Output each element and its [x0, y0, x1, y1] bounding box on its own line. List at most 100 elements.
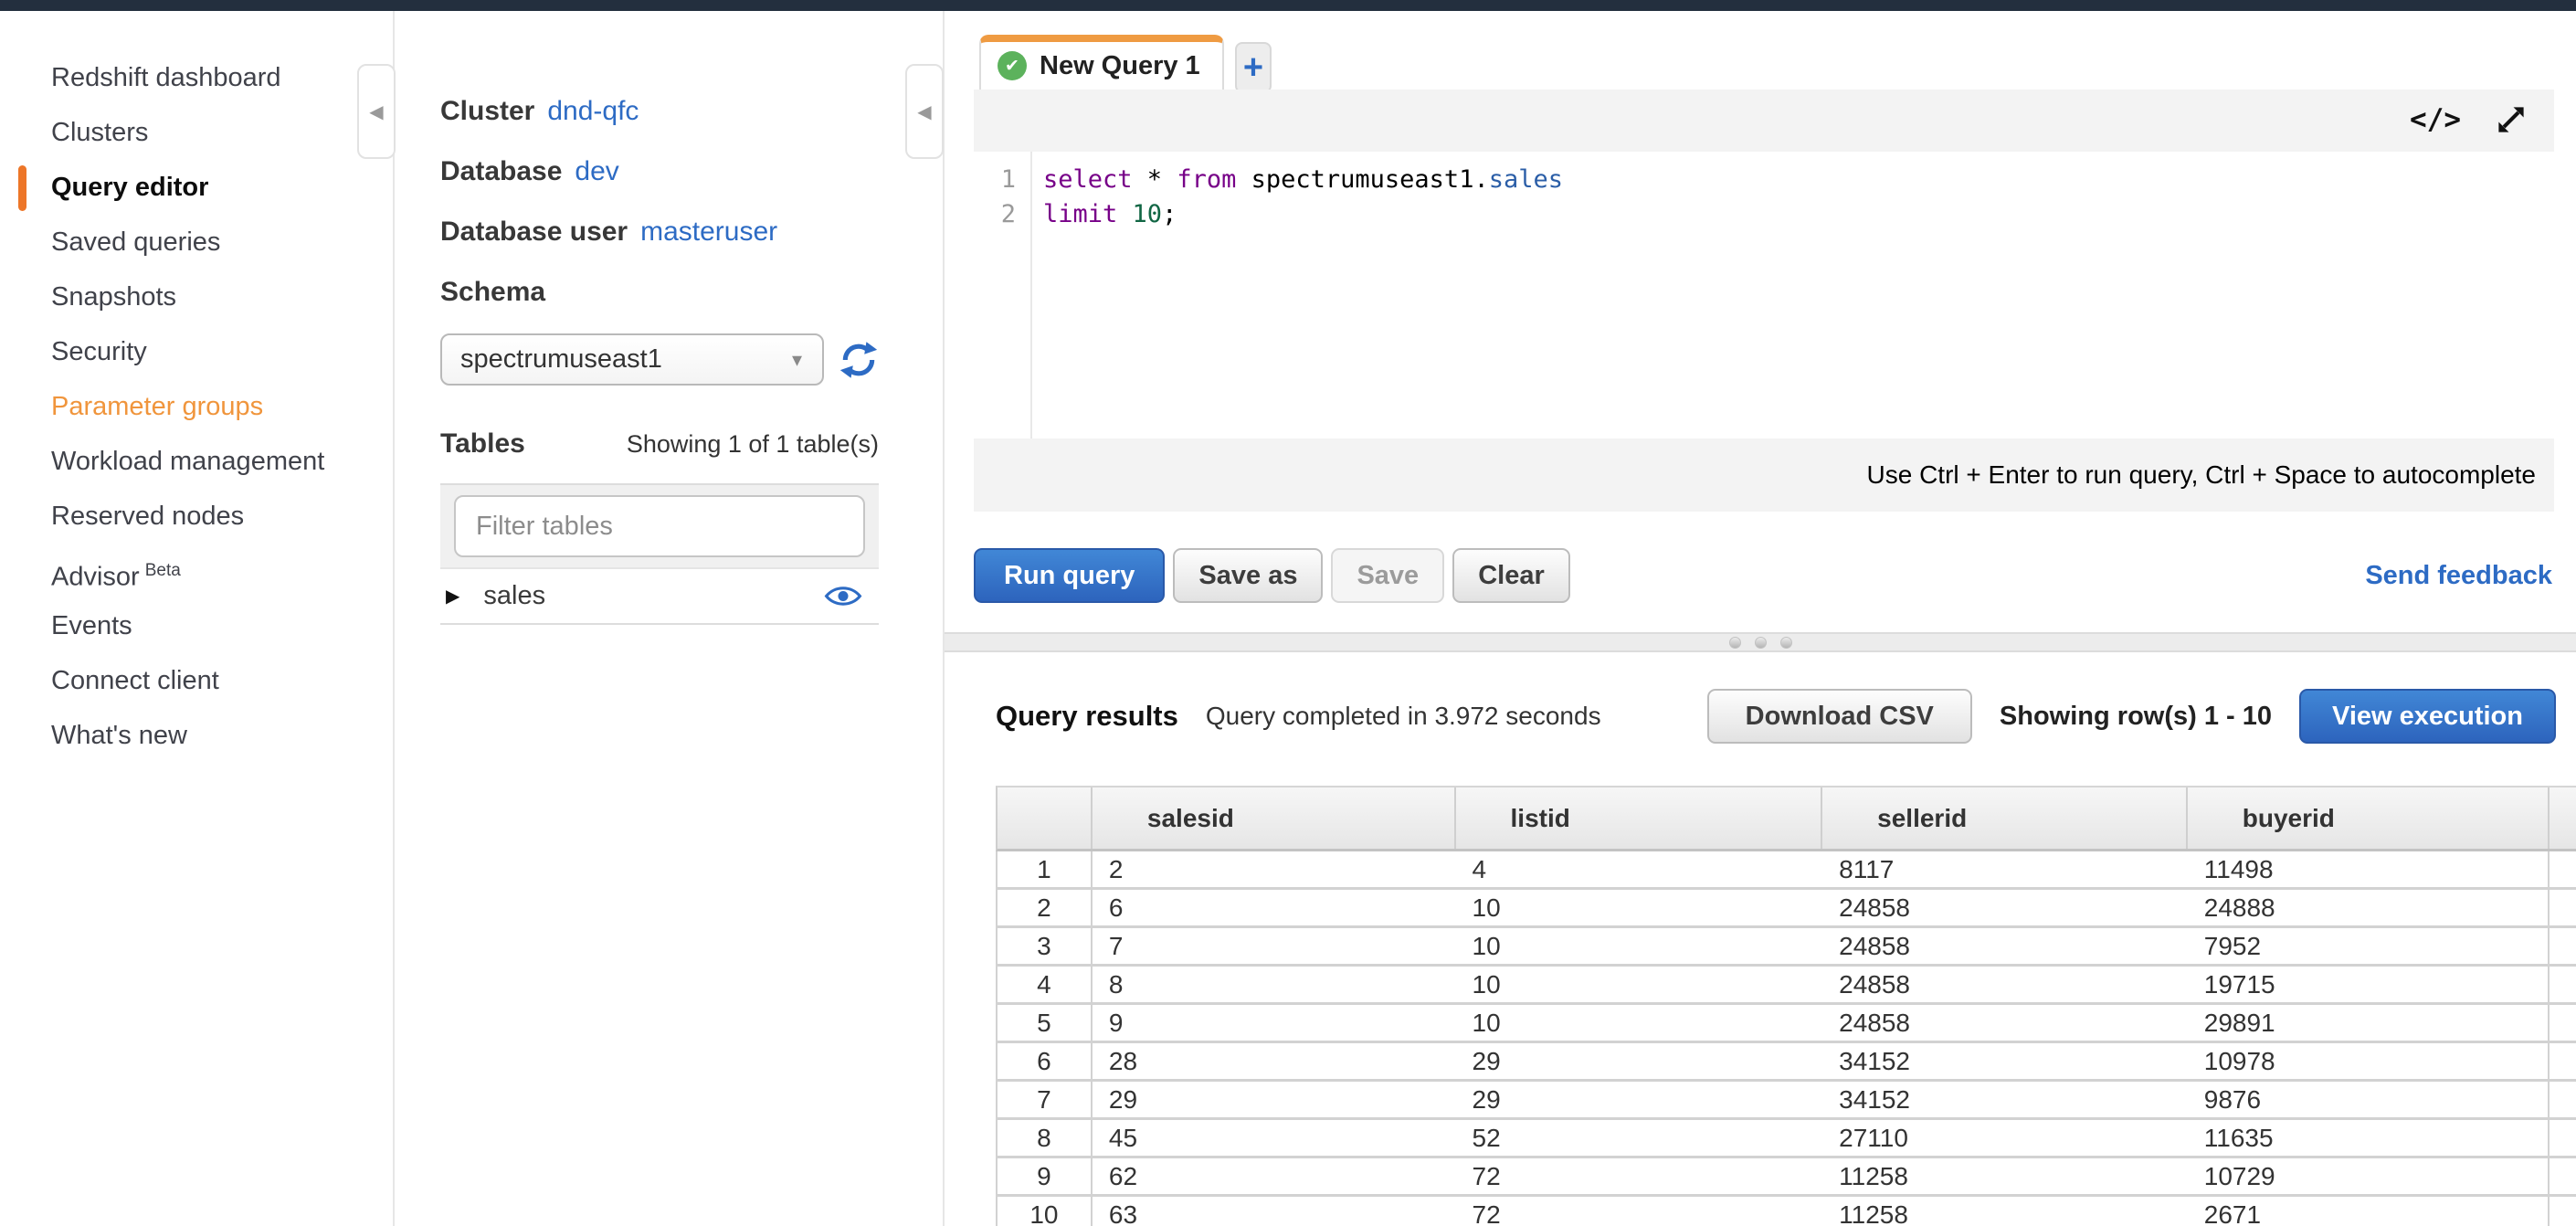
sidebar-item-security[interactable]: Security — [0, 324, 393, 379]
data-cell: 9876 — [2188, 1082, 2550, 1117]
table-name: sales — [483, 581, 824, 611]
expand-table-icon[interactable]: ▶ — [446, 585, 459, 608]
sidebar-item-query-editor[interactable]: Query editor — [0, 160, 393, 215]
sidebar-item-label: Snapshots — [51, 282, 176, 312]
sidebar-item-snapshots[interactable]: Snapshots — [0, 270, 393, 324]
run-query-button[interactable]: Run query — [974, 548, 1165, 603]
table-row: 59102485829891 — [996, 1005, 2576, 1043]
sidebar-item-connect-client[interactable]: Connect client — [0, 653, 393, 708]
data-cell: 24888 — [2188, 890, 2550, 925]
filter-tables-input[interactable] — [454, 495, 865, 557]
data-cell: 45 — [1093, 1120, 1456, 1156]
data-cell: 29 — [1456, 1043, 1823, 1079]
data-cell: 8117 — [1822, 851, 2188, 887]
sidebar-item-redshift-dashboard[interactable]: Redshift dashboard — [0, 50, 393, 105]
sidebar-item-reserved-nodes[interactable]: Reserved nodes — [0, 489, 393, 544]
sidebar-item-label: Redshift dashboard — [51, 63, 281, 92]
row-number-cell: 6 — [998, 1043, 1093, 1079]
main-area: ✔ New Query 1 + </> 1select * from spect… — [945, 11, 2576, 1226]
row-number-cell: 4 — [998, 967, 1093, 1002]
sidebar-item-label: Advisor — [51, 563, 140, 592]
data-cell: 24858 — [1822, 928, 2188, 964]
download-csv-button[interactable]: Download CSV — [1707, 689, 1972, 744]
clipped-cell — [2550, 851, 2576, 887]
new-query-tab-button[interactable]: + — [1235, 42, 1272, 93]
clipped-cell — [2550, 1082, 2576, 1117]
data-cell: 11635 — [2188, 1120, 2550, 1156]
table-list-item-sales[interactable]: ▶ sales — [440, 567, 879, 623]
sidebar-item-parameter-groups[interactable]: Parameter groups — [0, 379, 393, 434]
sidebar-item-label: Reserved nodes — [51, 502, 244, 531]
sidebar-nav: Redshift dashboard Clusters Query editor Sa… — [0, 11, 393, 763]
refresh-schema-button[interactable] — [839, 340, 879, 380]
data-cell: 24858 — [1822, 1005, 2188, 1041]
code-token: from — [1177, 165, 1236, 194]
schema-select-row: spectrumuseast1 ▾ — [440, 333, 879, 386]
data-cell: 10 — [1456, 967, 1823, 1002]
collapse-connection-panel-button[interactable]: ◀ — [905, 64, 944, 159]
data-cell: 29 — [1093, 1082, 1456, 1117]
sidebar-item-label: Query editor — [51, 173, 208, 202]
schema-select[interactable]: spectrumuseast1 ▾ — [440, 333, 824, 386]
view-execution-button[interactable]: View execution — [2299, 689, 2556, 744]
sidebar-item-label: Clusters — [51, 118, 148, 147]
redshift-query-editor-page: Redshift dashboard Clusters Query editor Sa… — [0, 0, 2576, 1226]
data-cell: 62 — [1093, 1158, 1456, 1194]
cluster-row: Clusterdnd-qfc — [440, 95, 879, 128]
showing-rows-label: Showing row(s) 1 - 10 — [2000, 702, 2272, 732]
chevron-down-icon: ▾ — [792, 348, 802, 372]
data-cell: 8 — [1093, 967, 1456, 1002]
collapse-left-icon: ◀ — [917, 100, 931, 123]
format-code-icon[interactable]: </> — [2410, 103, 2461, 136]
table-row: 72929341529876 — [996, 1082, 2576, 1120]
tab-new-query-1[interactable]: ✔ New Query 1 — [979, 35, 1224, 90]
clear-button[interactable]: Clear — [1452, 548, 1570, 603]
editor-shortcut-hint: Use Ctrl + Enter to run query, Ctrl + Sp… — [974, 439, 2554, 512]
column-header-salesid: salesid — [1093, 787, 1456, 849]
preview-table-button[interactable] — [824, 584, 862, 608]
save-button[interactable]: Save — [1331, 548, 1444, 603]
aws-console-topbar — [0, 0, 2576, 11]
clipped-cell — [2550, 1197, 2576, 1226]
data-cell: 2 — [1093, 851, 1456, 887]
tables-header: Tables Showing 1 of 1 table(s) — [440, 428, 879, 460]
code-token: sales — [1489, 165, 1563, 194]
table-row: 48102485819715 — [996, 967, 2576, 1005]
code-line-text[interactable]: limit 10; — [1030, 197, 1177, 232]
data-cell: 11258 — [1822, 1158, 2188, 1194]
sidebar: Redshift dashboard Clusters Query editor Sa… — [0, 11, 395, 1226]
data-cell: 29891 — [2188, 1005, 2550, 1041]
sidebar-item-clusters[interactable]: Clusters — [0, 105, 393, 160]
data-cell: 24858 — [1822, 890, 2188, 925]
table-row: 3710248587952 — [996, 928, 2576, 967]
expand-editor-button[interactable] — [2494, 102, 2528, 137]
clipped-cell — [2550, 1158, 2576, 1194]
data-cell: 72 — [1456, 1158, 1823, 1194]
sql-code-area[interactable]: 1select * from spectrumuseast1.sales2lim… — [974, 152, 2554, 439]
sidebar-item-what-s-new[interactable]: What's new — [0, 708, 393, 763]
sidebar-item-advisor[interactable]: AdvisorBeta — [0, 544, 393, 598]
column-header-rownum — [998, 787, 1093, 849]
row-number-cell: 10 — [998, 1197, 1093, 1226]
data-cell: 9 — [1093, 1005, 1456, 1041]
row-number-cell: 1 — [998, 851, 1093, 887]
sidebar-item-label: Parameter groups — [51, 392, 263, 421]
send-feedback-link[interactable]: Send feedback — [2365, 561, 2552, 591]
cluster-link[interactable]: dnd-qfc — [547, 96, 639, 126]
sidebar-item-label: Saved queries — [51, 227, 220, 257]
data-cell: 6 — [1093, 890, 1456, 925]
code-line-text[interactable]: select * from spectrumuseast1.sales — [1030, 163, 1563, 197]
database-user-link[interactable]: masteruser — [640, 217, 777, 247]
sidebar-item-label: Events — [51, 611, 132, 640]
clipped-cell — [2550, 890, 2576, 925]
collapse-sidebar-button[interactable]: ◀ — [357, 64, 396, 159]
save-as-button[interactable]: Save as — [1173, 548, 1323, 603]
data-cell: 19715 — [2188, 967, 2550, 1002]
data-cell: 7 — [1093, 928, 1456, 964]
sidebar-item-events[interactable]: Events — [0, 598, 393, 653]
sidebar-item-saved-queries[interactable]: Saved queries — [0, 215, 393, 270]
database-link[interactable]: dev — [575, 156, 618, 186]
query-results-section: Query results Query completed in 3.972 s… — [945, 641, 2576, 1226]
code-token: * — [1133, 165, 1177, 194]
sidebar-item-workload-management[interactable]: Workload management — [0, 434, 393, 489]
